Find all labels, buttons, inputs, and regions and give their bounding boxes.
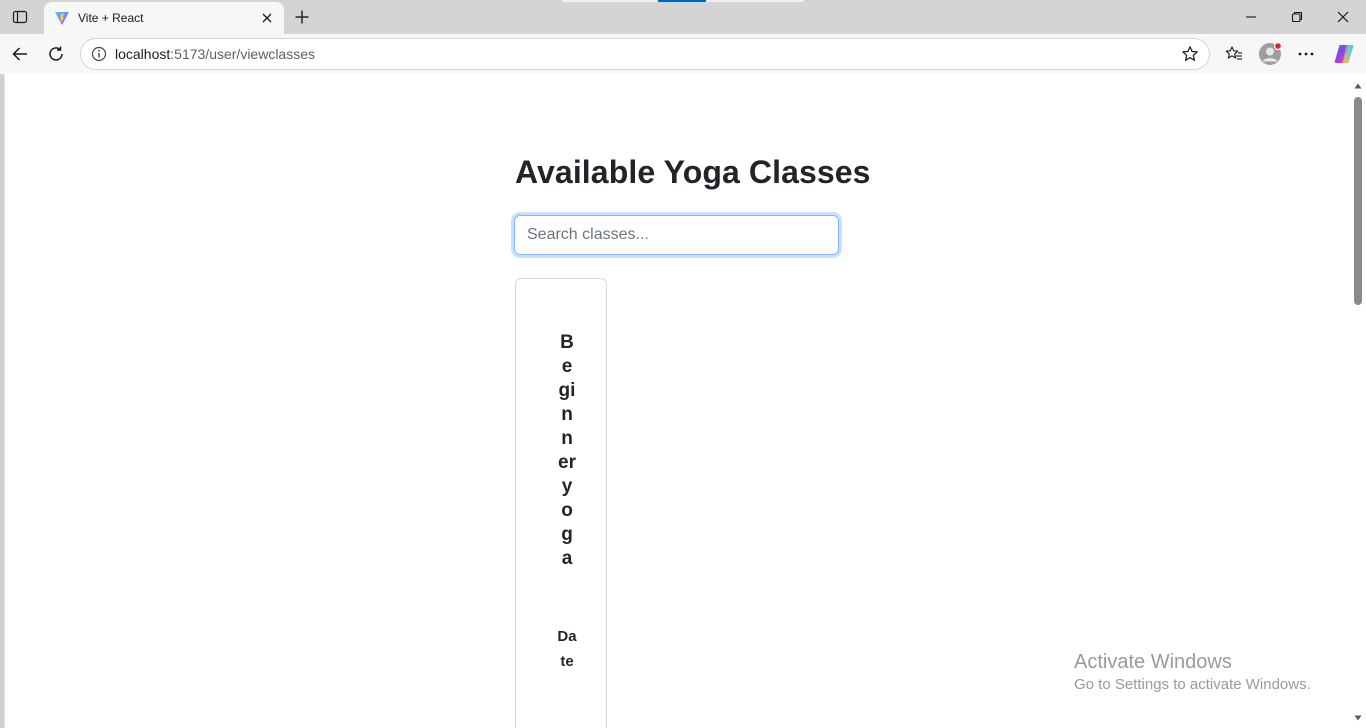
back-arrow-icon[interactable] [6, 40, 34, 68]
class-card[interactable]: Beginneryoga Date [515, 278, 607, 728]
browser-toolbar: localhost:5173/user/viewclasses [0, 34, 1366, 74]
class-card-date-label: Date [557, 628, 577, 670]
url-path: :5173/user/viewclasses [170, 46, 316, 62]
search-input[interactable] [514, 215, 839, 255]
url-host: localhost [115, 46, 171, 62]
refresh-icon[interactable] [42, 40, 70, 68]
browser-tab[interactable]: Vite + React [44, 2, 284, 34]
scroll-up-arrow-icon[interactable] [1354, 82, 1362, 90]
restore-icon[interactable] [1274, 0, 1320, 34]
page-viewport: Available Yoga Classes Beginneryoga Date… [4, 74, 1366, 728]
vertical-scrollbar[interactable] [1350, 74, 1366, 728]
windows-activation-watermark: Activate Windows Go to Settings to activ… [1074, 650, 1311, 696]
window-controls [1228, 0, 1366, 34]
class-card-title: Beginneryoga [558, 332, 576, 569]
profile-avatar-icon[interactable] [1256, 40, 1284, 68]
favorites-icon[interactable] [1220, 40, 1248, 68]
info-icon[interactable] [89, 44, 109, 64]
close-icon[interactable] [258, 9, 276, 27]
scroll-down-arrow-icon[interactable] [1354, 714, 1362, 722]
watermark-subtitle: Go to Settings to activate Windows. [1074, 676, 1311, 693]
more-icon[interactable] [1292, 40, 1320, 68]
address-bar[interactable]: localhost:5173/user/viewclasses [80, 38, 1210, 70]
star-icon[interactable] [1179, 43, 1201, 65]
page-title: Available Yoga Classes [515, 154, 871, 190]
vite-logo-icon [54, 10, 70, 26]
tab-actions-icon[interactable] [8, 6, 32, 28]
close-icon[interactable] [1320, 0, 1366, 34]
minimize-icon[interactable] [1228, 0, 1274, 34]
tab-strip: Vite + React [0, 0, 1366, 34]
scrollbar-thumb[interactable] [1354, 97, 1362, 305]
copilot-icon[interactable] [1330, 40, 1358, 68]
tab-title: Vite + React [78, 11, 144, 25]
top-edge-marks [562, 0, 804, 2]
url-text[interactable]: localhost:5173/user/viewclasses [115, 46, 1179, 62]
plus-icon[interactable] [290, 6, 314, 28]
watermark-title: Activate Windows [1074, 651, 1232, 673]
